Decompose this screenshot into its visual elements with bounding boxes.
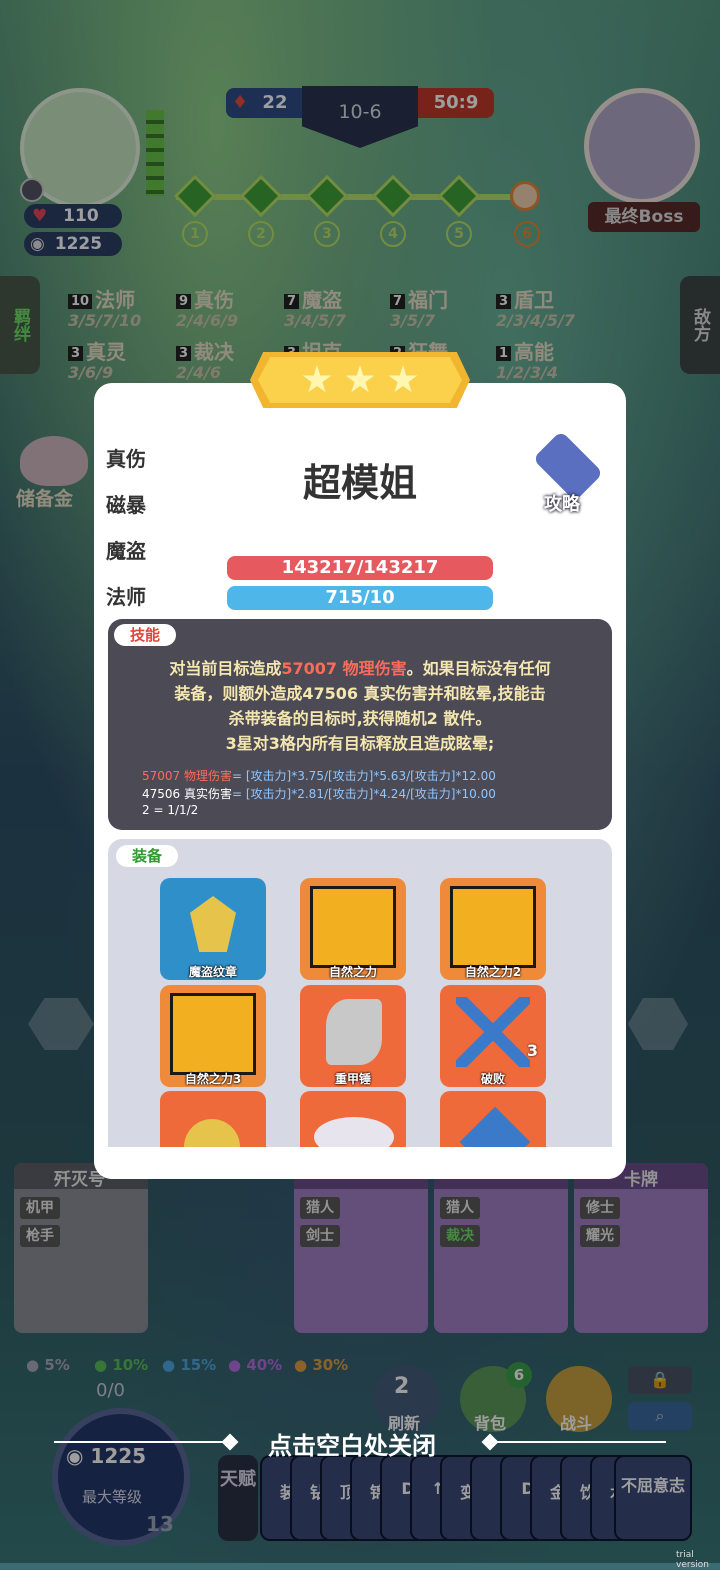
item-placeholder[interactable]: 自然之力 [300,878,406,980]
hero-mana-bar: 715/10 [227,586,493,610]
item-ruin[interactable]: 3 破败 [440,985,546,1087]
hero-trait-tab[interactable]: 真伤 [98,438,154,480]
equipment-panel: 装备 魔盗纹章 自然之力 自然之力2 自然之力3 重甲锤 3 破败 [108,839,612,1147]
item-slot[interactable] [300,1091,406,1147]
item-placeholder[interactable]: 自然之力2 [440,878,546,980]
blade-icon [459,1106,531,1147]
crown-icon [450,886,536,968]
equip-tag: 装备 [116,845,178,867]
item-emblem[interactable]: 魔盗纹章 [160,878,266,980]
crossed-swords-icon [456,997,530,1067]
hammer-icon [326,999,382,1065]
hero-hp-bar: 143217/143217 [227,556,493,580]
crown-icon [310,886,396,968]
hero-trait-tab[interactable]: 魔盗 [98,530,154,572]
item-placeholder[interactable]: 自然之力3 [160,985,266,1087]
close-hint[interactable]: 点击空白处关闭 [268,1426,436,1461]
skill-formula: 57007 物理伤害= [攻击力]*3.75/[攻击力]*5.63/[攻击力]*… [142,769,496,783]
hero-trait-tab[interactable]: 磁暴 [98,484,154,526]
item-heavy-hammer[interactable]: 重甲锤 [300,985,406,1087]
watermark: trial version [676,1550,709,1570]
emblem-icon [190,896,236,952]
skill-description: 对当前目标造成57007 物理伤害。如果目标没有任何 装备，则额外造成47506… [169,659,551,753]
skill-formula: 2 = 1/1/2 [142,803,199,817]
item-slot[interactable] [160,1091,266,1147]
medallion-icon [184,1119,240,1147]
skill-formula: 47506 真实伤害= [攻击力]*2.81/[攻击力]*4.24/[攻击力]*… [142,787,496,801]
winged-icon [314,1117,394,1147]
guide-label[interactable]: 攻略 [544,490,580,516]
modal-bottom [94,1147,626,1179]
item-stack-badge: 3 [526,1041,538,1060]
hero-name: 超模姐 [302,461,417,505]
hero-trait-tab[interactable]: 法师 [98,576,154,618]
item-slot[interactable] [440,1091,546,1147]
crown-icon [170,993,256,1075]
skill-tag: 技能 [114,624,176,646]
